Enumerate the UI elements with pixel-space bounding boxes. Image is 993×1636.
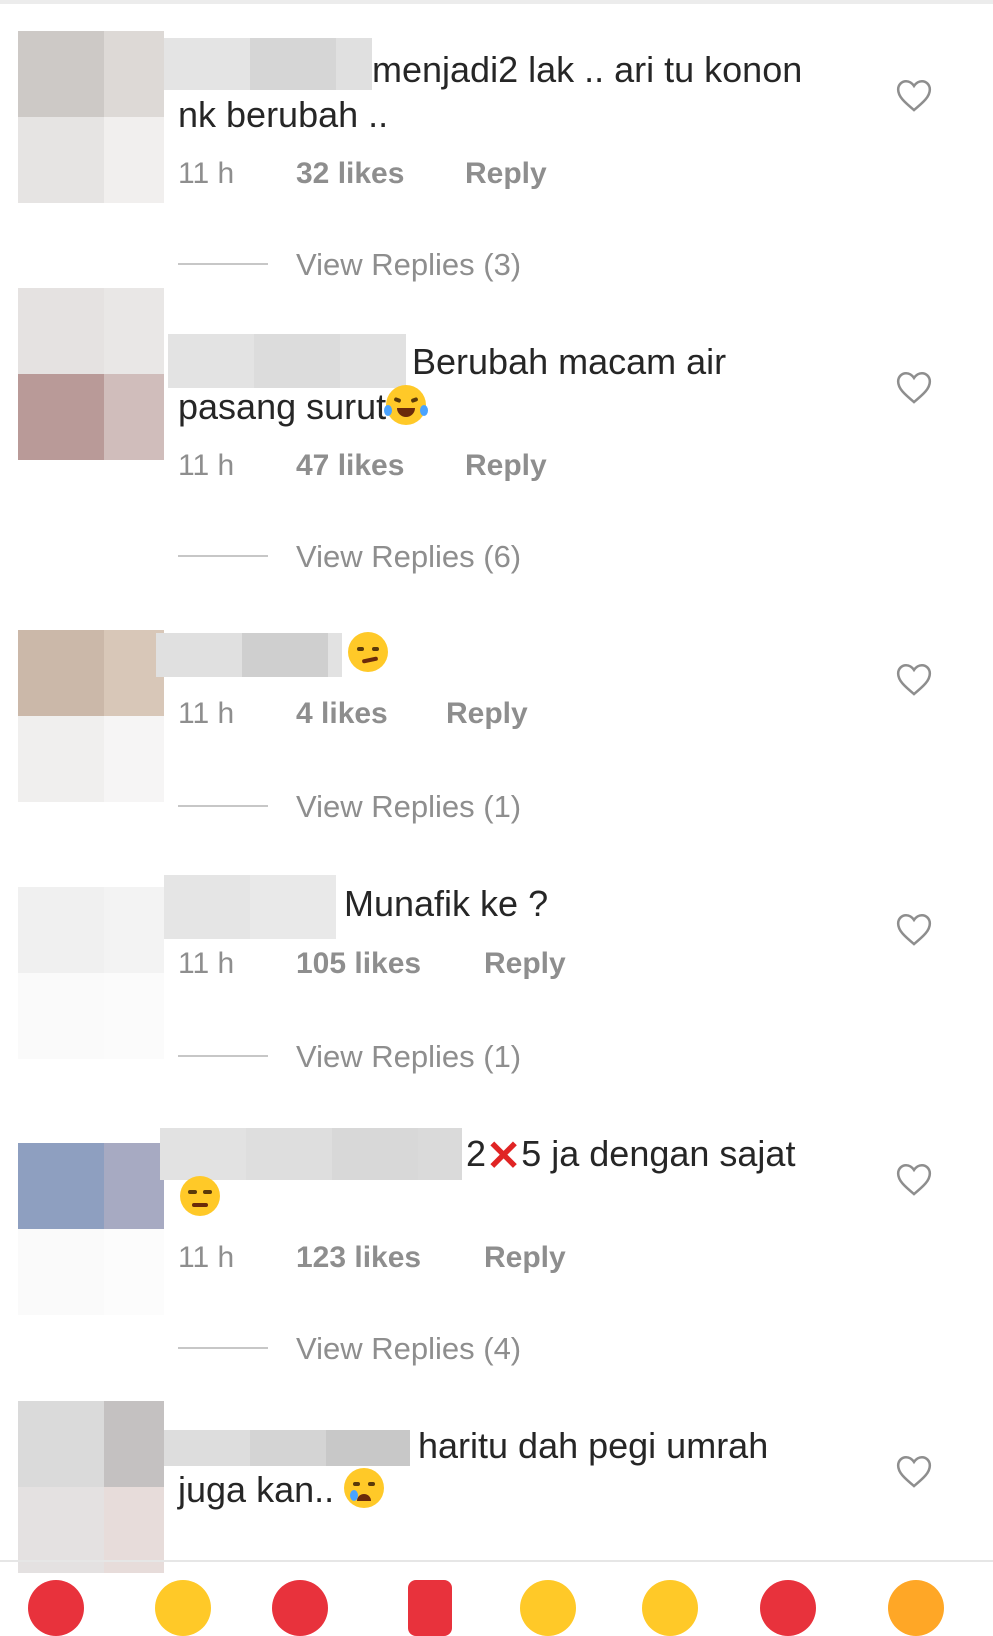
comment-text [348, 632, 388, 676]
heart-outline-icon[interactable] [895, 1161, 933, 1197]
comment-text-continued: juga kan.. [178, 1468, 385, 1512]
reply-button[interactable]: Reply [465, 156, 547, 192]
comment-text-part: 5 ja dengan sajat [521, 1133, 796, 1174]
unamused-emoji [180, 1176, 220, 1216]
comment-time: 11 h [178, 157, 235, 190]
comment-time: 11 h [178, 697, 235, 730]
redacted-username[interactable] [164, 1430, 410, 1466]
avatar[interactable] [18, 288, 164, 460]
view-replies-line [178, 263, 268, 265]
redacted-username[interactable] [164, 38, 372, 90]
crying-emoji [344, 1468, 385, 1508]
top-divider [0, 0, 993, 4]
comment-text-continued: pasang surut [178, 385, 429, 429]
quick-reaction-bar [0, 1570, 993, 1636]
likes-count[interactable]: 123 likes [296, 1240, 421, 1276]
avatar[interactable] [18, 31, 164, 203]
comment-text: menjadi2 lak .. ari tu konon [372, 49, 803, 90]
redacted-username[interactable] [160, 1128, 462, 1180]
view-replies-button[interactable]: View Replies (1) [296, 1039, 521, 1075]
kiss-emoji-icon[interactable] [760, 1580, 816, 1636]
view-replies-button[interactable]: View Replies (1) [296, 789, 521, 825]
comment-text-part: juga kan.. [178, 1469, 335, 1510]
cross-mark-emoji: ✕ [486, 1132, 522, 1179]
view-replies-line [178, 805, 268, 807]
likes-count[interactable]: 47 likes [296, 448, 404, 484]
smirk-emoji [348, 632, 388, 672]
reply-button[interactable]: Reply [465, 448, 547, 484]
comment-text-continued [180, 1176, 220, 1220]
heart-outline-icon[interactable] [895, 1453, 933, 1489]
redacted-username[interactable] [168, 334, 406, 388]
wow-emoji-icon[interactable] [642, 1580, 698, 1636]
comment-time: 11 h [178, 947, 235, 980]
heart-outline-icon[interactable] [895, 911, 933, 947]
comment-text: Munafik ke ? [344, 883, 549, 924]
avatar[interactable] [18, 1401, 164, 1573]
comment-time: 11 h [178, 449, 235, 482]
comment-text-continued: nk berubah .. [178, 94, 389, 135]
comment-text-part: 2 [466, 1133, 487, 1174]
likes-count[interactable]: 105 likes [296, 946, 421, 982]
reply-button[interactable]: Reply [484, 1240, 566, 1276]
comment-text: Berubah macam air [412, 341, 727, 382]
redacted-username[interactable] [156, 633, 342, 677]
view-replies-button[interactable]: View Replies (3) [296, 247, 521, 283]
likes-count[interactable]: 32 likes [296, 156, 404, 192]
comment-text: 2✕5 ja dengan sajat [466, 1132, 796, 1179]
laugh-emoji-icon[interactable] [520, 1580, 576, 1636]
reply-button[interactable]: Reply [446, 696, 528, 732]
heart-eyes-emoji-icon[interactable] [272, 1580, 328, 1636]
comment-text-part: pasang surut [178, 386, 387, 427]
view-replies-line [178, 555, 268, 557]
view-replies-button[interactable]: View Replies (4) [296, 1331, 521, 1367]
view-replies-button[interactable]: View Replies (6) [296, 539, 521, 575]
comment-text: haritu dah pegi umrah [418, 1425, 769, 1466]
heart-outline-icon[interactable] [895, 77, 933, 113]
view-replies-line [178, 1347, 268, 1349]
reply-button[interactable]: Reply [484, 946, 566, 982]
heart-outline-icon[interactable] [895, 661, 933, 697]
view-replies-line [178, 1055, 268, 1057]
reaction-bar-divider [0, 1560, 993, 1562]
heart-emoji-icon[interactable] [28, 1580, 84, 1636]
tears-of-joy-emoji [384, 385, 429, 425]
avatar[interactable] [18, 1143, 164, 1315]
comment-time: 11 h [178, 1241, 235, 1274]
smile-emoji-icon[interactable] [155, 1580, 211, 1636]
redacted-username[interactable] [164, 875, 336, 939]
heart-outline-icon[interactable] [895, 369, 933, 405]
likes-count[interactable]: 4 likes [296, 696, 388, 732]
fire-emoji-icon[interactable] [408, 1580, 452, 1636]
clap-emoji-icon[interactable] [888, 1580, 944, 1636]
avatar[interactable] [18, 630, 164, 802]
avatar[interactable] [18, 887, 164, 1059]
